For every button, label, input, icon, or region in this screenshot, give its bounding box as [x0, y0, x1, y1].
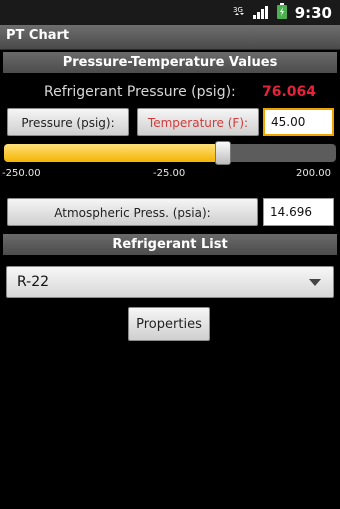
- data-transfer-icon: 3G: [233, 4, 245, 23]
- slider-max-label: 200.00: [296, 168, 331, 179]
- temperature-button[interactable]: Temperature (F):: [137, 108, 259, 136]
- slider-thumb[interactable]: [215, 141, 231, 165]
- chevron-down-icon: [309, 279, 321, 286]
- refrigerant-select[interactable]: R-22: [6, 266, 334, 298]
- atmospheric-pressure-input[interactable]: 14.696: [263, 198, 334, 226]
- status-icons: 3G 9:30: [233, 3, 332, 23]
- temperature-input[interactable]: 45.00: [263, 108, 334, 136]
- status-time: 9:30: [294, 4, 332, 22]
- refrigerant-select-value: R-22: [17, 274, 50, 290]
- pressure-button[interactable]: Pressure (psig):: [7, 108, 129, 136]
- slider-mid-label: -25.00: [153, 168, 186, 179]
- atmospheric-pressure-button[interactable]: Atmospheric Press. (psia):: [7, 198, 258, 226]
- status-bar: 3G 9:30: [0, 0, 340, 25]
- svg-text:3G: 3G: [233, 6, 243, 14]
- properties-button[interactable]: Properties: [128, 307, 210, 341]
- section-header-pt-values: Pressure-Temperature Values: [3, 52, 337, 73]
- slider-fill: [4, 144, 223, 162]
- temperature-slider[interactable]: [4, 141, 336, 165]
- refrigerant-pressure-value: 76.064: [262, 84, 317, 100]
- slider-min-label: -250.00: [2, 168, 41, 179]
- screen: 3G 9:30 PT Chart Pressure-Temperature Va…: [0, 0, 340, 509]
- title-bar: PT Chart: [0, 25, 340, 50]
- app-title: PT Chart: [6, 28, 70, 43]
- refrigerant-pressure-label: Refrigerant Pressure (psig):: [44, 84, 236, 100]
- section-header-refrigerant-list: Refrigerant List: [3, 234, 337, 255]
- battery-icon: [276, 3, 287, 23]
- signal-icon: [252, 4, 269, 23]
